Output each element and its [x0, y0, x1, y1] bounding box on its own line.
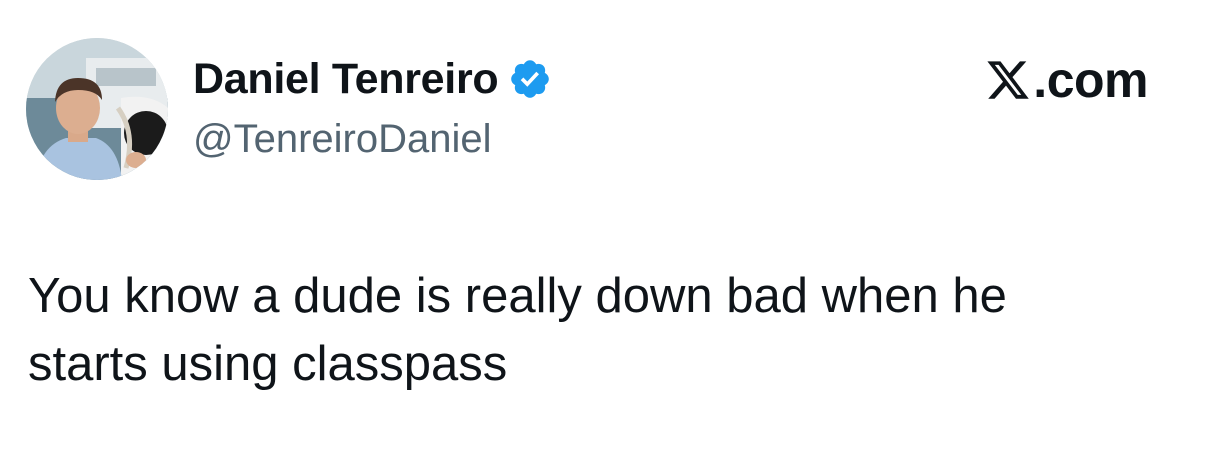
author-name-row: Daniel Tenreiro: [193, 53, 552, 105]
verified-badge-icon: [508, 57, 552, 101]
tweet-text-line: starts using classpass: [28, 337, 508, 391]
display-name[interactable]: Daniel Tenreiro: [193, 53, 499, 105]
profile-photo-icon: [26, 38, 168, 180]
brand: .com: [985, 52, 1148, 108]
tweet-text: You know a dude is really down bad when …: [28, 262, 1178, 398]
tweet-text-line: You know a dude is really down bad when …: [28, 269, 1007, 323]
avatar[interactable]: [26, 38, 168, 180]
x-logo-icon: [985, 57, 1031, 103]
brand-domain-text: .com: [1033, 52, 1148, 108]
author-handle[interactable]: @TenreiroDaniel: [193, 114, 492, 164]
tweet-card: Daniel Tenreiro @TenreiroDaniel .com You…: [0, 0, 1206, 450]
